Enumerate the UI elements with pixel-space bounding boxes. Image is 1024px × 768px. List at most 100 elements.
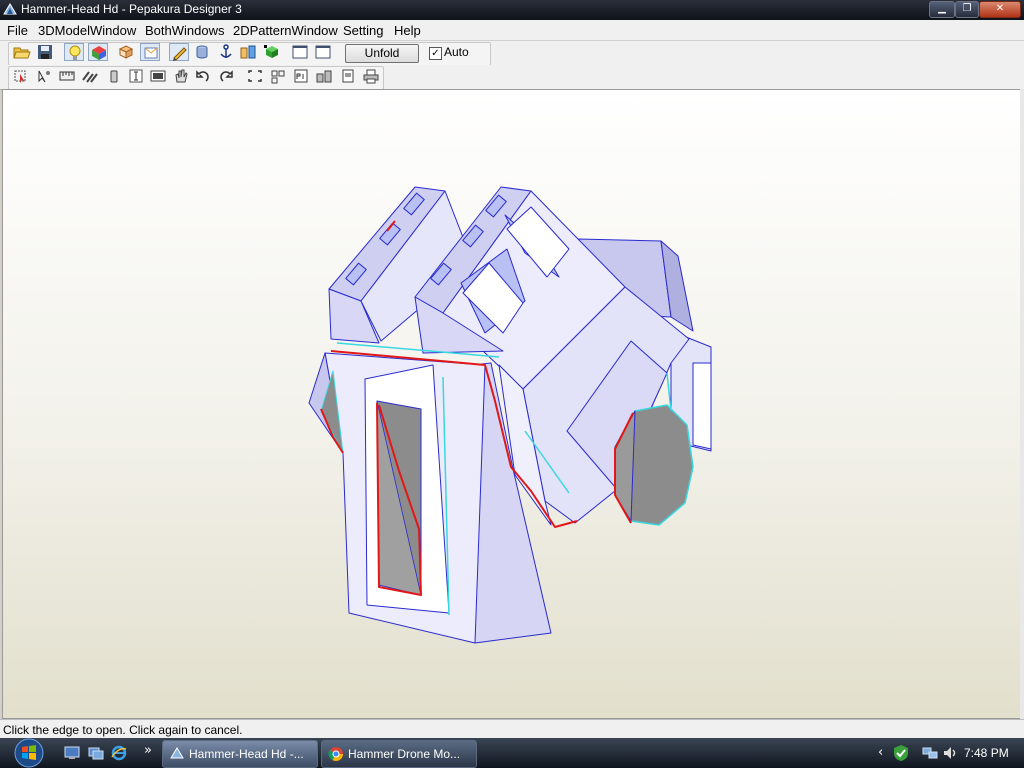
auto-checkbox[interactable]: ✓	[429, 47, 442, 60]
undo-icon	[196, 70, 209, 82]
redo-button[interactable]	[216, 67, 236, 85]
floppy-disk-icon	[38, 45, 52, 59]
internet-explorer-icon[interactable]	[111, 745, 127, 761]
faces-view-button[interactable]	[116, 43, 136, 61]
show-hidden-icons[interactable]: ‹	[878, 745, 883, 760]
anchor-button[interactable]	[216, 43, 236, 61]
print-preview-button[interactable]	[338, 67, 358, 85]
bottle-icon	[110, 70, 118, 83]
task-label: Hammer Drone Mo...	[348, 747, 461, 761]
paper-box-icon	[144, 47, 158, 59]
layout-button[interactable]	[314, 67, 334, 85]
menu-file[interactable]: File	[7, 23, 28, 38]
folder-open-icon	[13, 47, 31, 59]
menu-help[interactable]: Help	[394, 23, 421, 38]
texture-toggle-button[interactable]	[88, 43, 108, 61]
cylinder-icon	[196, 45, 208, 59]
move-tool-button[interactable]	[34, 67, 54, 85]
rotate-part-button[interactable]	[104, 67, 124, 85]
printer-icon	[363, 69, 379, 84]
image-tool-button[interactable]	[148, 67, 168, 85]
node-arrow-icon	[38, 70, 50, 83]
main-toolbar: Unfold ✓ Auto	[0, 41, 1024, 66]
edges-view-button[interactable]	[140, 43, 160, 61]
select-arrow-icon	[14, 70, 26, 83]
single-window-button[interactable]	[290, 43, 310, 61]
text-cursor-icon	[129, 69, 143, 83]
quicklaunch-chevron[interactable]: »	[144, 743, 152, 758]
open-file-button[interactable]	[12, 43, 32, 61]
stripes-icon	[82, 71, 98, 83]
cylinder-button[interactable]	[192, 43, 212, 61]
model-face[interactable]	[692, 362, 712, 450]
status-bar: Click the edge to open. Click again to c…	[0, 719, 1024, 739]
pencil-icon	[173, 47, 187, 61]
close-button[interactable]: ✕	[979, 1, 1021, 18]
edge-id-button[interactable]	[171, 67, 191, 85]
join-faces-icon	[240, 45, 256, 59]
colored-cube-icon	[92, 46, 106, 60]
flap-tool-button[interactable]	[80, 67, 100, 85]
redo-icon	[220, 70, 233, 82]
title-bar: Hammer-Head Hd - Pepakura Designer 3 ▁ ❐…	[0, 0, 1024, 20]
ruler-tool-button[interactable]	[57, 67, 77, 85]
join-faces-button[interactable]	[238, 43, 258, 61]
secondary-toolbar	[0, 65, 1024, 90]
page-number-button[interactable]	[291, 67, 311, 85]
unfold-button[interactable]: Unfold	[345, 44, 419, 63]
security-check-icon[interactable]	[892, 744, 910, 762]
split-window-button[interactable]	[313, 43, 333, 61]
network-icon[interactable]	[922, 745, 938, 761]
box-icon	[118, 45, 134, 59]
select-tool-button[interactable]	[11, 67, 31, 85]
taskbar-chrome-window[interactable]: Hammer Drone Mo...	[321, 740, 477, 768]
show-desktop-icon[interactable]	[64, 745, 80, 761]
menu-2d-pattern-window[interactable]: 2DPatternWindow	[233, 23, 338, 38]
restore-button[interactable]: ❐	[955, 1, 979, 18]
window-right-icon	[315, 45, 331, 59]
menu-3d-model-window[interactable]: 3DModelWindow	[38, 23, 136, 38]
3d-model-viewport[interactable]	[2, 89, 1021, 719]
grid-parts-icon	[271, 70, 285, 84]
windows-start-icon[interactable]	[8, 738, 50, 768]
bracket-frame-icon	[248, 70, 262, 82]
status-message: Click the edge to open. Click again to c…	[3, 723, 243, 737]
taskbar-clock[interactable]: 7:48 PM	[964, 746, 1009, 760]
window-left-icon	[292, 45, 308, 59]
save-button[interactable]	[35, 43, 55, 61]
text-tool-button[interactable]	[126, 67, 146, 85]
hand-icon	[175, 69, 188, 83]
volume-icon[interactable]	[942, 745, 958, 761]
3d-model-canvas[interactable]	[3, 90, 1020, 718]
image-frame-icon	[150, 70, 166, 82]
pepakura-app-icon	[3, 3, 17, 15]
undo-button[interactable]	[193, 67, 213, 85]
chrome-icon	[328, 747, 343, 761]
viewport-edge	[1020, 89, 1024, 719]
light-toggle-button[interactable]	[64, 43, 84, 61]
system-tray: ‹ 7:48 PM	[872, 738, 1024, 768]
green-cube-icon	[264, 45, 278, 58]
ruler-icon	[59, 71, 75, 81]
auto-label: Auto	[444, 45, 469, 59]
menu-bar: File 3DModelWindow BothWindows 2DPattern…	[0, 20, 1024, 41]
pepakura-app-icon	[170, 747, 184, 759]
menu-setting[interactable]: Setting	[343, 23, 383, 38]
light-bulb-icon	[69, 45, 81, 60]
menu-both-windows[interactable]: BothWindows	[145, 23, 224, 38]
task-label: Hammer-Head Hd -...	[189, 747, 304, 761]
arrange-parts-button[interactable]	[268, 67, 288, 85]
taskbar-pepakura-window[interactable]: Hammer-Head Hd -...	[162, 740, 318, 768]
edit-edge-button[interactable]	[169, 43, 189, 61]
color-faces-button[interactable]	[262, 43, 282, 61]
print-button[interactable]	[361, 67, 381, 85]
page-preview-icon	[342, 69, 354, 83]
zoom-fit-button[interactable]	[245, 67, 265, 85]
windows-taskbar: » Hammer-Head Hd -... Hammer Drone Mo...…	[0, 738, 1024, 768]
window-title: Hammer-Head Hd - Pepakura Designer 3	[21, 2, 242, 16]
minimize-button[interactable]: ▁	[929, 1, 955, 18]
switch-windows-icon[interactable]	[88, 745, 104, 761]
layout-blocks-icon	[316, 70, 332, 83]
anchor-icon	[220, 44, 232, 58]
page-label-icon	[294, 69, 308, 83]
